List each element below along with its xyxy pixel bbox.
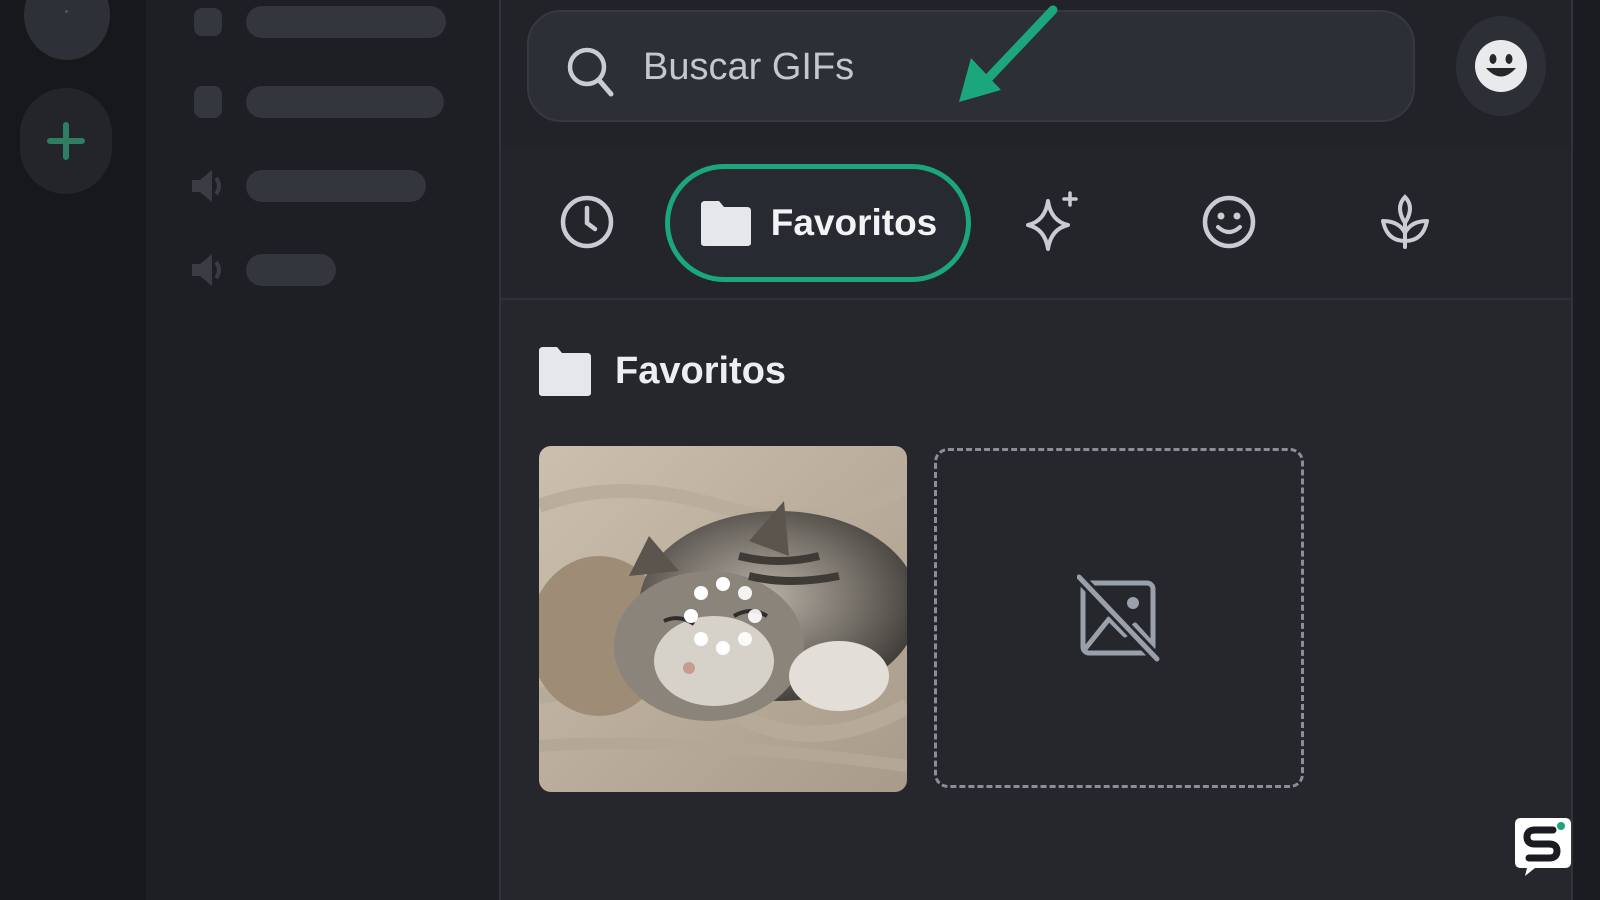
tab-recent[interactable] bbox=[557, 192, 617, 252]
category-tabs: Favoritos bbox=[501, 5, 1571, 300]
arrow-annotation-icon bbox=[959, 5, 1058, 102]
plus-icon bbox=[47, 122, 85, 160]
section-title: Favoritos bbox=[615, 349, 787, 392]
smiley-icon bbox=[1202, 195, 1256, 249]
text-channel-icon bbox=[186, 80, 230, 124]
channel-list bbox=[146, 0, 500, 900]
section-header: Favoritos bbox=[537, 345, 786, 397]
text-channel-icon bbox=[186, 0, 230, 44]
sparkle-icon bbox=[1026, 191, 1078, 251]
smiley-icon bbox=[1475, 40, 1527, 92]
loading-spinner-icon bbox=[684, 577, 762, 655]
channel-item[interactable] bbox=[186, 80, 444, 124]
emoji-button[interactable] bbox=[1456, 16, 1546, 116]
gif-item[interactable] bbox=[539, 446, 907, 792]
add-server-button[interactable] bbox=[20, 88, 112, 194]
clock-icon bbox=[560, 195, 614, 249]
channel-item[interactable] bbox=[186, 164, 426, 208]
tab-reactions[interactable] bbox=[1199, 192, 1259, 252]
channel-item[interactable] bbox=[186, 248, 336, 292]
tab-favorites[interactable]: Favoritos bbox=[665, 164, 971, 282]
folder-icon bbox=[700, 201, 751, 246]
server-rail bbox=[0, 0, 146, 900]
tab-favorites-label: Favoritos bbox=[770, 202, 938, 243]
gif-picker: Favoritos bbox=[499, 0, 1573, 900]
voice-channel-icon bbox=[186, 248, 230, 292]
tab-nature[interactable] bbox=[1375, 190, 1435, 254]
voice-channel-icon bbox=[186, 164, 230, 208]
gif-placeholder[interactable] bbox=[934, 448, 1304, 788]
channel-item[interactable] bbox=[186, 0, 446, 44]
broken-image-icon bbox=[1077, 573, 1161, 663]
sprout-icon bbox=[1381, 194, 1429, 249]
server-icon[interactable] bbox=[24, 0, 110, 60]
logo-watermark-icon bbox=[1515, 818, 1571, 876]
folder-icon bbox=[539, 347, 591, 396]
search-icon bbox=[567, 47, 614, 97]
tab-trending[interactable] bbox=[1023, 190, 1083, 254]
